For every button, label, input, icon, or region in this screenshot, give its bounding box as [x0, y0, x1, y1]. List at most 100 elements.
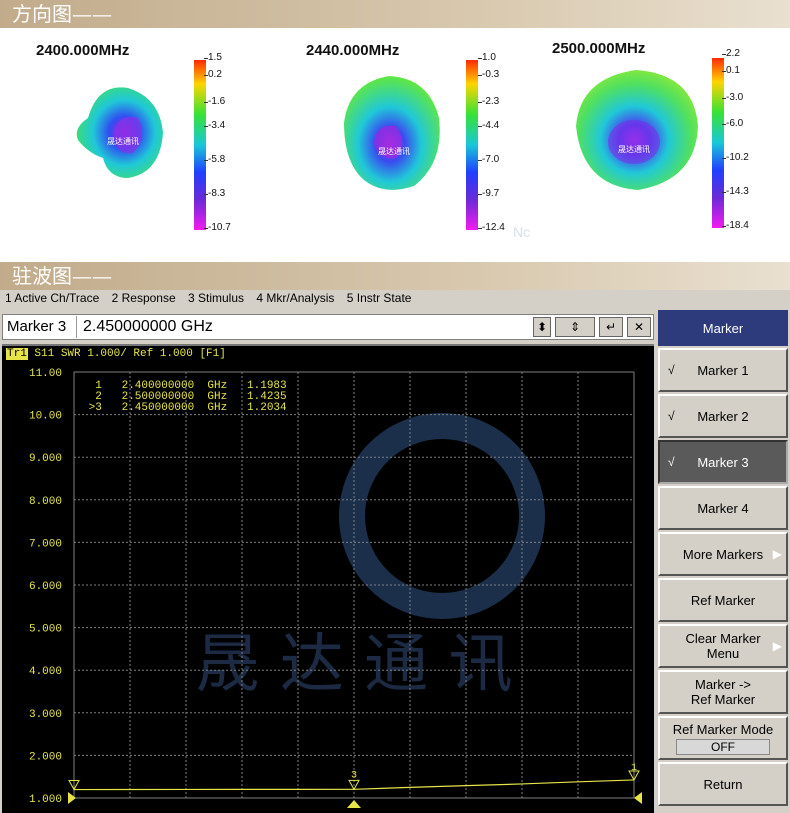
pattern-1-tick: -8.3	[203, 188, 226, 199]
ref-marker-label: Ref Marker	[690, 592, 756, 608]
menu-mkr-analysis[interactable]: 4 Mkr/Analysis	[251, 290, 338, 305]
y-tick-label: 1.000	[29, 794, 62, 806]
clear-marker-menu-button[interactable]: Clear Marker Menu ▶	[658, 624, 788, 668]
menu-active-ch-trace[interactable]: 1 Active Ch/Trace	[0, 290, 103, 305]
pattern-1-tick: -1.6	[203, 96, 226, 107]
pattern-2-colorbar	[466, 60, 478, 230]
ref-marker-button[interactable]: Ref Marker	[658, 578, 788, 622]
y-tick-label: 10.00	[29, 411, 62, 423]
marker-readout-line: >3 2.450000000 GHz 1.2034	[82, 402, 287, 414]
marker-to-ref-label-2: Ref Marker	[690, 692, 756, 707]
more-markers-button[interactable]: More Markers ▶	[658, 532, 788, 576]
step-icon[interactable]: ⇕	[555, 317, 595, 337]
pattern-2-watermark: 晟达通讯	[378, 147, 410, 156]
menu-response[interactable]: 2 Response	[107, 290, 180, 305]
pattern-1-tick: 1.5	[204, 52, 222, 63]
y-tick-label: 6.000	[29, 581, 62, 593]
y-tick-label: 4.000	[29, 666, 62, 678]
ref-level-arrow-right	[634, 792, 642, 804]
pattern-3-tick: 0.1	[722, 65, 740, 76]
y-tick-label: 5.000	[29, 624, 62, 636]
pattern-2-tick: -4.4	[477, 120, 500, 131]
enter-icon[interactable]: ↵	[599, 317, 623, 337]
pattern-1-colorbar	[194, 60, 206, 230]
marker-4-button[interactable]: Marker 4	[658, 486, 788, 530]
watermark-ring	[339, 413, 545, 619]
y-tick-label: 3.000	[29, 709, 62, 721]
chevron-right-icon: ▶	[772, 639, 782, 653]
return-label: Return	[703, 776, 743, 792]
measurement-screen: Tr1 S11 SWR 1.000/ Ref 1.000 [F1] 晟 达 通 …	[2, 344, 654, 813]
y-tick-label: 11.00	[29, 368, 62, 380]
menu-stimulus[interactable]: 3 Stimulus	[183, 290, 248, 305]
ref-marker-mode-label: Ref Marker Mode	[672, 721, 774, 737]
pattern-3-colorbar	[712, 58, 724, 228]
y-tick-label: 7.000	[29, 538, 62, 550]
vswr-banner: 驻波图——	[0, 262, 790, 290]
marker-entry-bar: Marker 3 2.450000000 GHz ⬍ ⇕ ↵ ✕	[2, 314, 654, 340]
pattern-1-tick: -10.7	[204, 222, 231, 233]
marker-2-button[interactable]: √ Marker 2	[658, 394, 788, 438]
marker-to-ref-button[interactable]: Marker -> Ref Marker	[658, 670, 788, 714]
pattern-1-tick: -3.4	[203, 120, 226, 131]
pattern-3-tick: -18.4	[722, 220, 749, 231]
marker-frequency-input[interactable]: 2.450000000 GHz	[76, 316, 528, 338]
y-tick-label: 8.000	[29, 496, 62, 508]
pattern-banner: 方向图——	[0, 0, 790, 28]
check-icon: √	[668, 455, 675, 469]
ref-level-arrow	[68, 792, 76, 804]
pattern-3-tick: -3.0	[721, 92, 744, 103]
marker-1-label: 1	[631, 763, 637, 774]
spin-icon[interactable]: ⬍	[533, 317, 551, 337]
pattern-1-freq: 2400.000MHz	[36, 42, 130, 59]
pattern-1-tick: 0.2	[204, 69, 222, 80]
marker-1-label: Marker 1	[697, 362, 749, 378]
return-button[interactable]: Return	[658, 762, 788, 806]
pattern-2-blob	[344, 76, 440, 190]
pattern-3-tick: 2.2	[722, 48, 740, 59]
active-marker-arrow	[347, 800, 361, 808]
marker-to-ref-label-1: Marker ->	[695, 677, 751, 692]
pattern-1-tick: -5.8	[203, 154, 226, 165]
pattern-1-watermark: 晟达通讯	[107, 137, 139, 146]
pattern-2-tick: -12.4	[478, 222, 505, 233]
chevron-right-icon: ▶	[772, 547, 782, 561]
vna-window: 1 Active Ch/Trace 2 Response 3 Stimulus …	[0, 290, 790, 813]
marker-3-button[interactable]: √ Marker 3	[658, 440, 788, 484]
pattern-3-tick: -10.2	[722, 152, 749, 163]
more-markers-label: More Markers	[682, 546, 764, 562]
pattern-2-tick: -9.7	[477, 188, 500, 199]
close-icon[interactable]: ✕	[627, 317, 651, 337]
pattern-2-freq: 2440.000MHz	[306, 42, 400, 59]
swr-chart: 晟 达 通 讯11.0010.009.0008.0007.0006.0005.0…	[29, 368, 642, 808]
pattern-2-tick: -7.0	[477, 154, 500, 165]
radiation-patterns: 2400.000MHz 晟达通讯 1.5 0.2 -1.6 -3.4 -5.8 …	[0, 28, 790, 262]
faint-text: Nc	[513, 224, 531, 240]
softkey-panel: Marker √ Marker 1 √ Marker 2 √ Marker 3 Mar…	[657, 310, 790, 813]
marker-3-label: Marker 3	[697, 454, 749, 470]
y-tick-label: 9.000	[29, 453, 62, 465]
marker-1-button[interactable]: √ Marker 1	[658, 348, 788, 392]
menu-bar: 1 Active Ch/Trace 2 Response 3 Stimulus …	[0, 290, 790, 308]
marker-3-label: 3	[351, 770, 357, 781]
softkey-header: Marker	[658, 310, 788, 346]
pattern-2-tick: 1.0	[478, 52, 496, 63]
menu-instr-state[interactable]: 5 Instr State	[342, 290, 416, 305]
clear-marker-label-1: Clear Marker	[685, 631, 761, 646]
marker-2-label: Marker 2	[697, 408, 749, 424]
pattern-3-watermark: 晟达通讯	[618, 145, 650, 154]
pattern-1-blob	[76, 87, 163, 178]
clear-marker-label-2: Menu	[706, 646, 740, 661]
check-icon: √	[668, 409, 675, 423]
marker-4-label: Marker 4	[697, 500, 749, 516]
pattern-2-tick: -0.3	[477, 69, 500, 80]
entry-label: Marker 3	[7, 318, 67, 335]
pattern-3-tick: -14.3	[722, 186, 749, 197]
ref-marker-mode-value: OFF	[676, 738, 770, 755]
y-tick-label: 2.000	[29, 751, 62, 763]
pattern-3-blob	[576, 70, 698, 190]
ref-marker-mode-button[interactable]: Ref Marker Mode OFF	[658, 716, 788, 760]
check-icon: √	[668, 363, 675, 377]
pattern-3-freq: 2500.000MHz	[552, 40, 646, 57]
pattern-3-tick: -6.0	[721, 118, 744, 129]
